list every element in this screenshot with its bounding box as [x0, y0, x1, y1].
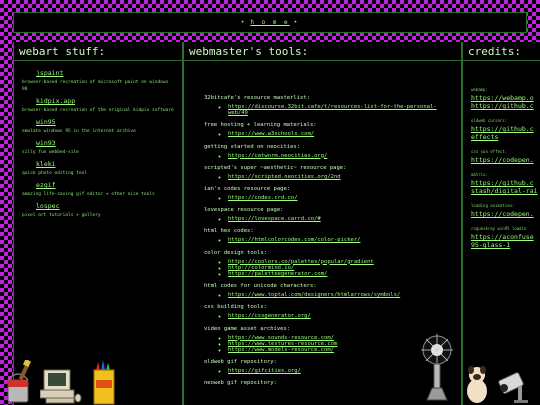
credit-link[interactable]: https://codepen.	[471, 210, 537, 218]
tool-section-title: 32bitcafe's resource masterlist:	[204, 95, 310, 101]
webart-link[interactable]: win93	[36, 139, 176, 147]
webart-desc: browser-based recreation of the original…	[22, 108, 174, 113]
tool-section: 32bitcafe's resource masterlist: https:/…	[204, 95, 455, 116]
credit-link[interactable]: https://github.c	[471, 125, 537, 133]
webart-link[interactable]: lospec	[36, 202, 176, 210]
home-link[interactable]: h o m e	[250, 19, 289, 26]
webart-desc: amazing life-saving gif editor + other n…	[22, 192, 155, 197]
credit-item: matrix: https://github.c stash/digital-r…	[471, 172, 538, 195]
tool-link[interactable]: https://discourse.32bit.cafe/t/resources…	[228, 104, 455, 116]
tool-section-title: scripted's super ~aesthetic~ resource pa…	[204, 164, 347, 171]
tool-section-title: getting started on neocities:	[204, 143, 301, 150]
tool-section: html codes for unicode characters: https…	[204, 283, 455, 298]
webart-link[interactable]: jspaint	[36, 69, 176, 77]
webart-link[interactable]: kidpix.app	[36, 97, 176, 105]
credits-list: webamp: https://webamp.o https://github.…	[463, 61, 540, 249]
credit-label: css sun effect:	[471, 149, 508, 154]
tool-section: color design tools: https://coolors.co/p…	[204, 250, 455, 278]
credit-link[interactable]: 95-glass-1	[471, 241, 537, 249]
webart-panel: webart stuff: jspaint browser-based recr…	[13, 42, 183, 405]
tool-link[interactable]: https://paletteegenerator.com/	[228, 271, 455, 277]
webart-desc: silly fun webbed-site	[22, 150, 79, 155]
webart-item: win93 silly fun webbed-site	[22, 139, 176, 156]
credit-label: loading animation:	[471, 203, 515, 208]
webart-desc: pixel art tutorials + gallery	[22, 213, 101, 218]
paint-bucket-icon	[7, 360, 31, 403]
tool-section-title: lovespace resource page:	[204, 207, 284, 214]
webmaster-tools-heading: webmaster's tools:	[184, 42, 461, 61]
credit-label: rogueskray win95 loadin	[471, 226, 527, 231]
tool-link[interactable]: https://codes.crd.co/	[228, 195, 455, 201]
credits-heading: credits:	[463, 42, 540, 61]
tool-section-title: ian's codes resource page:	[204, 186, 291, 193]
webart-item: ezgif amazing life-saving gif editor + o…	[22, 181, 176, 198]
credit-label: webamp:	[471, 87, 488, 92]
webart-item: win95 emulate windows 95 in the internet…	[22, 118, 176, 135]
tool-link[interactable]: https://catworm.neocities.org/	[228, 153, 455, 159]
webart-item: jspaint browser-based recreation of micr…	[22, 69, 176, 93]
tool-section-title: html hex codes:	[204, 228, 254, 235]
crayons-icon	[93, 360, 115, 405]
credit-item: loading animation: https://codepen.	[471, 203, 537, 218]
tool-section: html hex codes: https://htmlcolorcodes.c…	[204, 228, 455, 243]
webart-item: kleki quick photo editing tool	[22, 160, 176, 177]
tool-section: getting started on neocities: https://ca…	[204, 144, 455, 159]
tool-section-title: html codes for unicode characters:	[204, 283, 317, 290]
credit-link[interactable]: https://aconfuse	[471, 233, 537, 241]
webart-link[interactable]: ezgif	[36, 181, 176, 189]
credit-item: css sun effect: https://codepen.	[471, 149, 537, 164]
tool-section: scripted's super ~aesthetic~ resource pa…	[204, 165, 455, 180]
credit-link[interactable]: https://webamp.o	[471, 94, 537, 102]
credits-panel: credits: webamp: https://webamp.o https:…	[462, 42, 540, 405]
tool-section: css building tools: https://cssgenerator…	[204, 304, 455, 319]
credit-link[interactable]: stash/digital-rai	[471, 187, 538, 195]
credit-item: webamp: https://webamp.o https://github.…	[471, 87, 537, 110]
tool-link[interactable]: https://cssgenerator.org/	[228, 313, 455, 319]
tool-section-title: color design tools:	[204, 249, 267, 256]
webart-item: kidpix.app browser-based recreation of t…	[22, 97, 176, 114]
credit-label: oldweb cursors:	[471, 118, 508, 123]
tool-section-title: css building tools:	[204, 304, 267, 311]
webart-desc: browser-based recreation of microsoft pa…	[22, 80, 169, 92]
tool-link[interactable]: https://www.toptal.com/designers/htmlarr…	[228, 292, 455, 298]
tool-section: ian's codes resource page: https://codes…	[204, 186, 455, 201]
credit-link[interactable]: https://github.c	[471, 102, 537, 110]
webart-desc: emulate windows 95 in the internet archi…	[22, 129, 136, 134]
nav-deco-left: •	[240, 19, 247, 26]
tool-link[interactable]: https://scripted.neocities.org/2nd	[228, 174, 455, 180]
credit-link[interactable]: effects	[471, 133, 537, 141]
webart-link[interactable]: win95	[36, 118, 176, 126]
webart-heading: webart stuff:	[14, 42, 182, 61]
tool-link[interactable]: https://lovespace.carrd.co/#	[228, 216, 455, 222]
top-nav-bar: • h o m e •	[13, 12, 527, 33]
credit-link[interactable]: https://codepen.	[471, 156, 537, 164]
webart-desc: quick photo editing tool	[22, 171, 88, 176]
tool-section: free hosting + learning materials: https…	[204, 122, 455, 137]
tool-link[interactable]: https://htmlcolorcodes.com/color-picker/	[228, 237, 455, 243]
computer-icon	[40, 369, 82, 404]
tool-link[interactable]: https://www.w3schools.com/	[228, 131, 455, 137]
tool-section: lovespace resource page: https://lovespa…	[204, 207, 455, 222]
credit-item: oldweb cursors: https://github.c effects	[471, 118, 537, 141]
credit-item: rogueskray win95 loadin https://aconfuse…	[471, 226, 537, 249]
credit-link[interactable]: https://github.c	[471, 179, 537, 187]
tool-section-title: free hosting + learning materials:	[204, 122, 317, 129]
nav-deco-right: •	[293, 19, 300, 26]
credit-label: matrix:	[471, 172, 488, 177]
webart-link[interactable]: kleki	[36, 160, 176, 168]
security-camera-icon	[498, 372, 528, 403]
lamp-icon	[421, 334, 453, 401]
webart-list: jspaint browser-based recreation of micr…	[14, 61, 182, 219]
webart-item: lospec pixel art tutorials + gallery	[22, 202, 176, 219]
dog-icon	[467, 366, 487, 403]
